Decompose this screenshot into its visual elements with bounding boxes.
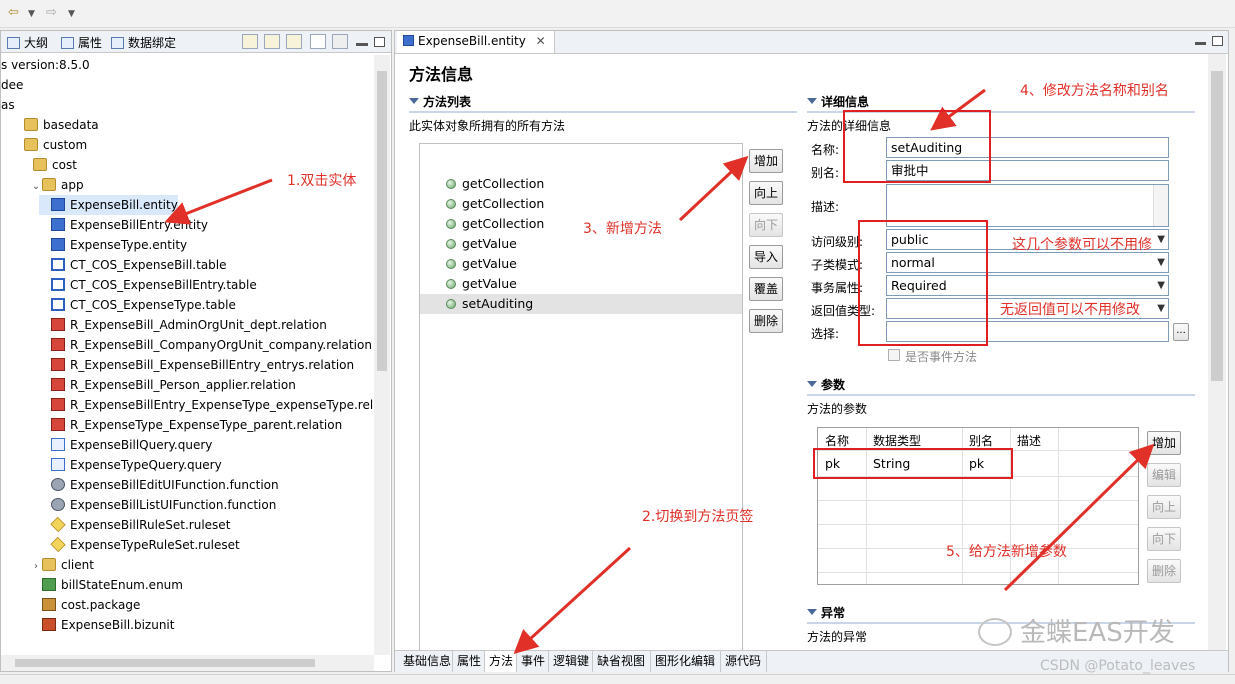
status-bar — [0, 674, 1235, 684]
annotation-step2: 2.切换到方法页签 — [642, 509, 754, 525]
csdn-watermark: CSDN @Potato_leaves — [1040, 658, 1196, 674]
highlight-params — [858, 220, 988, 346]
highlight-param-row — [813, 448, 1013, 479]
annotation-params-note: 这几个参数可以不用修 — [1012, 237, 1152, 253]
wechat-icon — [978, 618, 1012, 646]
arrow-step2 — [513, 546, 632, 655]
arrow-step5 — [1003, 443, 1155, 592]
arrow-step1 — [164, 178, 273, 225]
annotation-step5: 5、给方法新增参数 — [946, 544, 1067, 560]
annotation-step1: 1.双击实体 — [287, 173, 357, 189]
annotation-step3: 3、新增方法 — [583, 221, 662, 237]
highlight-name-alias — [843, 110, 991, 183]
annotation-step4: 4、修改方法名称和别名 — [1020, 83, 1169, 99]
watermark-text: 金蝶EAS开发 — [1020, 618, 1175, 648]
annotation-return-note: 无返回值可以不用修改 — [1000, 302, 1140, 318]
arrow-step3 — [678, 155, 749, 222]
annotation-overlay — [164, 88, 1155, 655]
